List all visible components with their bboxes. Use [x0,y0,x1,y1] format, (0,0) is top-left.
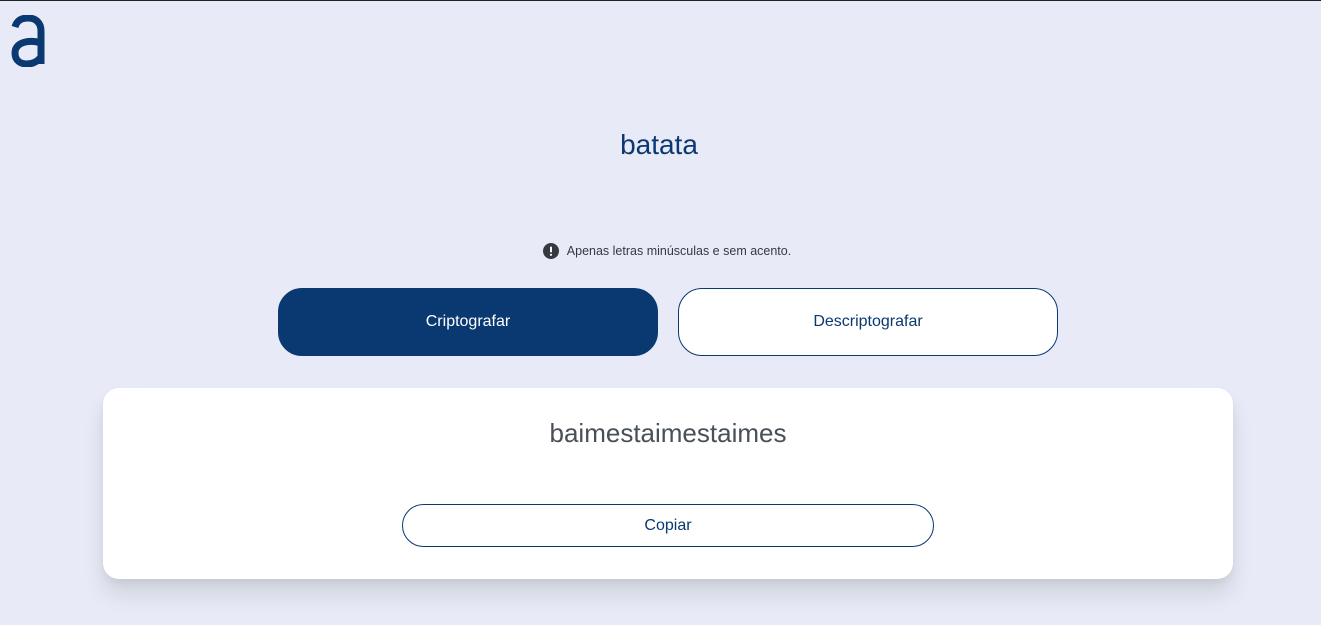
hint-text: Apenas letras minúsculas e sem acento. [566,244,792,258]
copy-button[interactable]: Copiar [402,504,934,547]
output-text: baimestaimestaimes [549,418,787,448]
decrypt-button[interactable]: Descriptografar [678,288,1058,356]
message-input[interactable] [0,125,1318,165]
input-hint: Apenas letras minúsculas e sem acento. [0,243,1321,259]
alura-logo-icon [10,14,46,68]
encrypt-button[interactable]: Criptografar [278,288,658,356]
exclamation-circle-icon [542,243,559,259]
output-card: baimestaimestaimes Copiar [103,388,1233,579]
